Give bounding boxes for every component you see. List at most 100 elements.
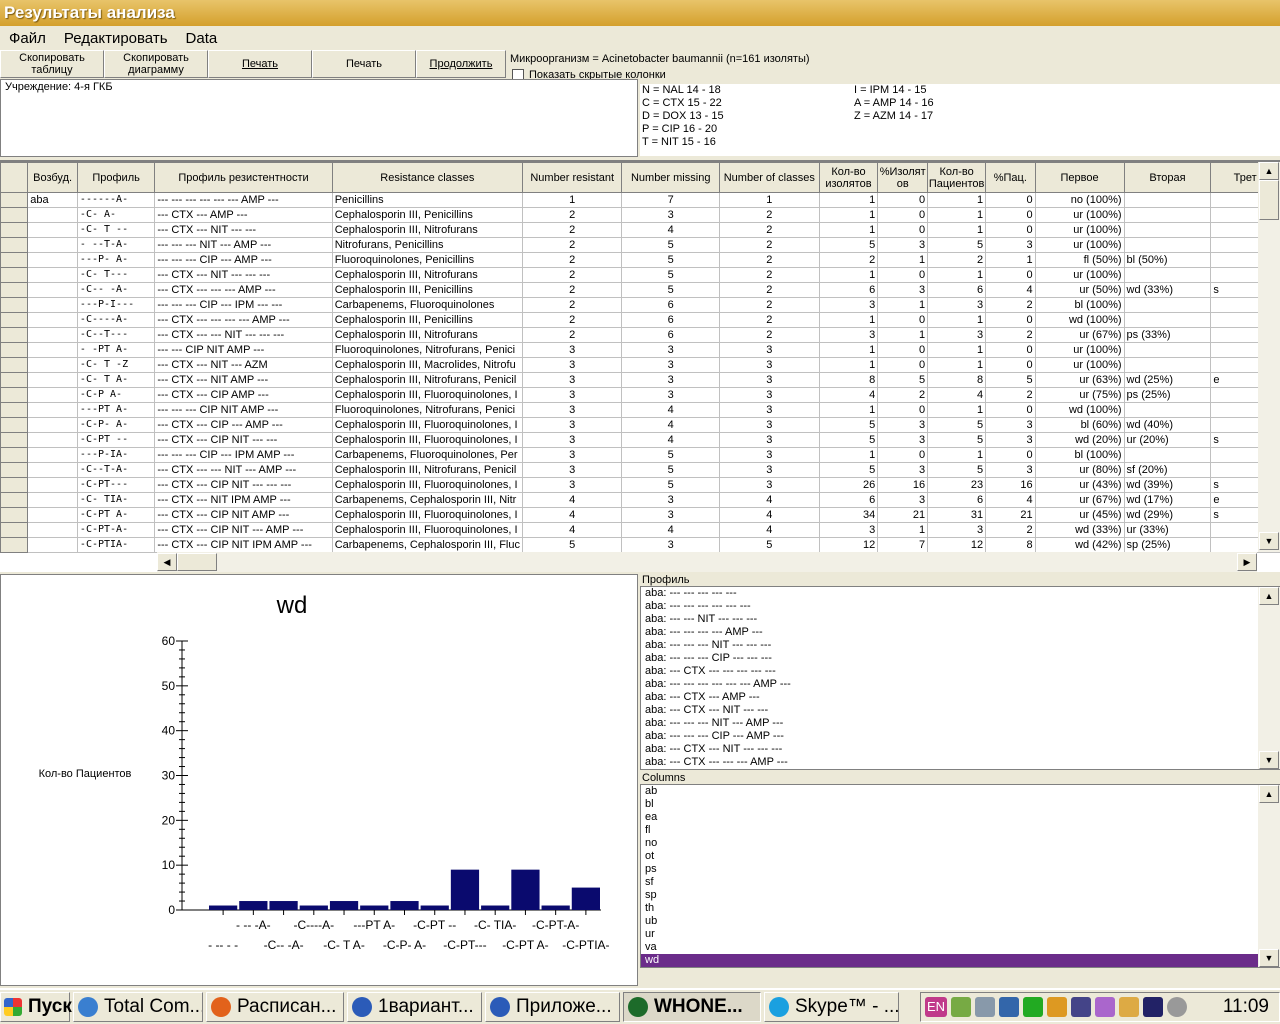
row-indicator[interactable] (0, 447, 29, 463)
row-indicator[interactable] (0, 282, 29, 298)
list-item[interactable]: sf (641, 876, 1279, 889)
column-header[interactable]: %Пац. (985, 162, 1036, 193)
row-indicator[interactable] (0, 312, 29, 328)
table-row[interactable]: -C-- -A- --- CTX --- --- --- AMP --- Cepha… (0, 282, 1280, 298)
profile-scroll-up-icon[interactable]: ▲ (1259, 587, 1279, 605)
list-item[interactable]: ot (641, 850, 1279, 863)
bar[interactable] (481, 905, 510, 910)
scroll-down-icon[interactable]: ▼ (1259, 532, 1279, 550)
table-row[interactable]: -C- T -Z --- CTX --- NIT --- AZM Cephalosp… (0, 357, 1280, 373)
continue-button[interactable]: Продолжить (416, 50, 506, 78)
bar[interactable] (269, 901, 298, 910)
table-row[interactable]: -C--T-A- --- CTX --- --- NIT --- AMP --- C… (0, 462, 1280, 478)
list-item[interactable]: sp (641, 889, 1279, 902)
bar[interactable] (360, 905, 389, 910)
table-row[interactable]: ---P- A- --- --- --- CIP --- AMP --- Fluor… (0, 252, 1280, 268)
row-indicator[interactable] (0, 252, 29, 268)
table-row[interactable]: -C- T--- --- CTX --- NIT --- --- --- Cepha… (0, 267, 1280, 283)
start-button[interactable]: Пуск (0, 992, 72, 1022)
table-row[interactable]: - --T-A- --- --- --- NIT --- AMP --- Nitro… (0, 237, 1280, 253)
bar[interactable] (299, 905, 328, 910)
column-header[interactable]: Возбуд. (27, 162, 78, 193)
row-indicator[interactable] (0, 387, 29, 403)
menu-data[interactable]: Data (177, 30, 227, 47)
list-item[interactable]: aba: --- CTX --- AMP --- (641, 691, 1279, 704)
menu-edit[interactable]: Редактировать (55, 30, 177, 47)
list-item[interactable]: aba: --- --- --- --- --- --- AMP --- (641, 678, 1279, 691)
row-indicator[interactable] (0, 492, 29, 508)
bar[interactable] (329, 901, 359, 910)
table-row[interactable]: -C--T--- --- CTX --- --- NIT --- --- --- C… (0, 327, 1280, 343)
tray-icon-9[interactable] (1143, 997, 1163, 1017)
table-row[interactable]: -C-PT--- --- CTX --- CIP NIT --- --- --- C… (0, 477, 1280, 493)
row-indicator[interactable] (0, 342, 29, 358)
bar[interactable] (420, 905, 449, 910)
row-indicator[interactable] (0, 357, 29, 373)
columns-scroll-down-icon[interactable]: ▼ (1259, 949, 1279, 967)
row-indicator[interactable] (0, 327, 29, 343)
column-header[interactable]: Первое (1034, 162, 1125, 193)
table-row[interactable]: - -PT A- --- --- CIP NIT AMP --- Fluoroqui… (0, 342, 1280, 358)
row-indicator[interactable] (0, 522, 29, 538)
table-row[interactable]: -C-P A- --- CTX --- CIP AMP --- Cephalospo… (0, 387, 1280, 403)
print-button-2[interactable]: Печать (312, 50, 416, 78)
bar[interactable] (209, 905, 238, 910)
language-indicator[interactable]: EN (925, 997, 947, 1017)
column-header[interactable]: Number of classes (718, 162, 820, 193)
list-item[interactable]: wd (641, 954, 1279, 967)
taskbar-item[interactable]: Приложе... (485, 992, 620, 1022)
list-item[interactable]: aba: --- CTX --- --- --- --- --- (641, 665, 1279, 678)
column-header[interactable]: Вторая (1123, 162, 1212, 193)
list-item[interactable]: ur (641, 928, 1279, 941)
list-item[interactable]: aba: --- CTX --- NIT --- --- --- (641, 743, 1279, 756)
list-item[interactable]: ea (641, 811, 1279, 824)
tray-icon-8[interactable] (1119, 997, 1139, 1017)
table-row[interactable]: -C-P- A- --- CTX --- CIP --- AMP --- Cepha… (0, 417, 1280, 433)
row-indicator[interactable] (0, 372, 29, 388)
columns-scrollbar[interactable]: ▲ ▼ (1258, 785, 1280, 967)
bar[interactable] (390, 901, 419, 910)
table-row[interactable]: -C-PT -- --- CTX --- CIP NIT --- --- Cepha… (0, 432, 1280, 448)
taskbar-item[interactable]: 1вариант... (347, 992, 482, 1022)
table-row[interactable]: -C-PT-A- --- CTX --- CIP NIT --- AMP --- C… (0, 522, 1280, 538)
table-row[interactable]: ---P-IA- --- --- --- CIP --- IPM AMP --- C… (0, 447, 1280, 463)
column-header[interactable]: Resistance classes (331, 162, 523, 193)
bar[interactable] (541, 905, 570, 910)
tray-icon-3[interactable] (999, 997, 1019, 1017)
list-item[interactable]: aba: --- CTX --- NIT --- --- (641, 704, 1279, 717)
list-item[interactable]: aba: --- --- --- NIT --- AMP --- (641, 717, 1279, 730)
table-row[interactable]: -C-PT A- --- CTX --- CIP NIT AMP --- Cepha… (0, 507, 1280, 523)
scroll-up-icon[interactable]: ▲ (1259, 162, 1279, 180)
list-item[interactable]: aba: --- --- --- NIT --- --- --- (641, 639, 1279, 652)
row-indicator[interactable] (0, 207, 29, 223)
list-item[interactable]: no (641, 837, 1279, 850)
list-item[interactable]: th (641, 902, 1279, 915)
column-header[interactable]: Number resistant (521, 162, 623, 193)
scroll-left-icon[interactable]: ◀ (157, 553, 177, 571)
row-indicator[interactable] (0, 237, 29, 253)
list-item[interactable]: aba: --- --- --- CIP --- AMP --- (641, 730, 1279, 743)
table-row[interactable]: -C----A- --- CTX --- --- --- --- AMP --- C… (0, 312, 1280, 328)
columns-list[interactable]: ab bl ea fl no ot ps sf sp th ub ur va wd (640, 784, 1280, 968)
table-row[interactable]: -C- TIA- --- CTX --- NIT IPM AMP --- Carba… (0, 492, 1280, 508)
table-row[interactable]: ---PT A- --- --- --- CIP NIT AMP --- Fluor… (0, 402, 1280, 418)
tray-icon-7[interactable] (1095, 997, 1115, 1017)
profile-list[interactable]: aba: --- --- --- --- --- aba: --- --- ---… (640, 586, 1280, 770)
copy-chart-button[interactable]: Скопировать диаграмму (104, 50, 208, 78)
list-item[interactable]: aba: --- CTX --- --- --- AMP --- (641, 756, 1279, 769)
row-indicator[interactable] (0, 192, 29, 208)
row-indicator[interactable] (0, 417, 29, 433)
tray-icon-2[interactable] (975, 997, 995, 1017)
table-row[interactable]: -C- A- --- CTX --- AMP --- Cephalosporin I… (0, 207, 1280, 223)
table-row[interactable]: ---P-I--- --- --- --- CIP --- IPM --- ---… (0, 297, 1280, 313)
column-header[interactable]: Кол-во Пациентов (927, 162, 987, 193)
results-grid[interactable]: Возбуд. Профиль Профиль резистентности Resi… (0, 160, 1280, 572)
taskbar-item[interactable]: Total Com... (73, 992, 203, 1022)
column-header[interactable]: Number missing (621, 162, 720, 193)
profile-scroll-down-icon[interactable]: ▼ (1259, 751, 1279, 769)
list-item[interactable]: ps (641, 863, 1279, 876)
tray-icon-1[interactable] (951, 997, 971, 1017)
menu-file[interactable]: Файл (0, 30, 55, 47)
row-indicator[interactable] (0, 477, 29, 493)
grid-vertical-scrollbar[interactable]: ▲ ▼ (1258, 162, 1280, 552)
